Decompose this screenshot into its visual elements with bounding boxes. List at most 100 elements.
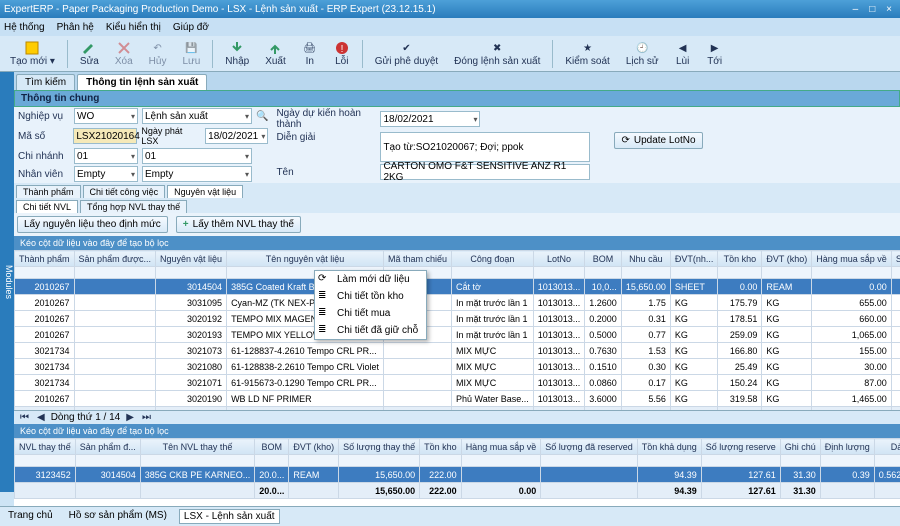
cell[interactable]: 3021073	[156, 343, 227, 359]
filter-cell[interactable]	[15, 455, 76, 467]
cell[interactable]: 0.00	[718, 279, 762, 295]
cell[interactable]: 1.75	[621, 295, 670, 311]
export-button[interactable]: Xuất	[259, 38, 292, 69]
cell[interactable]: MIX MỰC	[452, 359, 534, 375]
filter-cell[interactable]	[15, 267, 75, 279]
delete-button[interactable]: Xóa	[109, 38, 139, 69]
cell[interactable]: 94.39	[637, 467, 701, 483]
cell[interactable]: 114.02	[891, 375, 900, 391]
cell[interactable]: 2010267	[15, 279, 75, 295]
cell[interactable]: 2010267	[15, 391, 75, 407]
cell[interactable]: KG	[762, 343, 812, 359]
cell[interactable]: 0.5000	[585, 327, 622, 343]
cell[interactable]: 0.31	[621, 311, 670, 327]
cell[interactable]: 61-128838-2.2610 Tempo CRL Violet	[227, 359, 384, 375]
filter-cell[interactable]	[541, 455, 637, 467]
subtab-chitietnvl[interactable]: Chi tiết NVL	[16, 200, 78, 213]
col-header[interactable]: Số lượng đã reserved	[541, 439, 637, 455]
cell[interactable]: 0.17	[621, 375, 670, 391]
ctx-stock[interactable]: ≣Chi tiết tồn kho	[315, 288, 426, 305]
col-header[interactable]: Hàng mua sắp về	[812, 251, 892, 267]
cell[interactable]: 10,0...	[585, 279, 622, 295]
col-header[interactable]: Tên NVL thay thế	[140, 439, 255, 455]
filter-cell[interactable]	[156, 267, 227, 279]
table-row[interactable]: 3021734302107161-915673-0.1290 Tempo CRL…	[15, 375, 900, 391]
filter-cell[interactable]	[74, 267, 155, 279]
filter-cell[interactable]	[255, 455, 289, 467]
col-header[interactable]: Sản phẩm được...	[74, 251, 155, 267]
pg-prev[interactable]: ◀	[35, 412, 47, 423]
cell[interactable]	[541, 467, 637, 483]
cell[interactable]: 2010267	[15, 327, 75, 343]
cell[interactable]: 1013013...	[533, 311, 585, 327]
cell[interactable]: 1013013...	[533, 375, 585, 391]
check-button[interactable]: ★Kiểm soát	[559, 38, 615, 69]
cell[interactable]: 3031095	[156, 295, 227, 311]
col-header[interactable]: Công đoạn	[452, 251, 534, 267]
col-header[interactable]: Nhu cầu	[621, 251, 670, 267]
cell[interactable]: 0.39	[820, 467, 874, 483]
col-header[interactable]: ĐVT (kho)	[289, 439, 339, 455]
cell[interactable]: 3020192	[156, 311, 227, 327]
footer-ms[interactable]: Hồ sơ sản phẩm (MS)	[65, 509, 171, 524]
back-button[interactable]: ◀Lùi	[669, 38, 697, 69]
filter-cell[interactable]	[874, 455, 900, 467]
col-header[interactable]: LotNo	[533, 251, 585, 267]
tab-info[interactable]: Thông tin lệnh sản xuất	[77, 74, 207, 90]
cell[interactable]: 0.30	[621, 359, 670, 375]
cell[interactable]: Cắt tờ	[452, 279, 534, 295]
cell[interactable]: MIX MỰC	[452, 343, 534, 359]
cell[interactable]: KG	[670, 359, 718, 375]
cell[interactable]: 175.79	[718, 295, 762, 311]
cell[interactable]: 0.1510	[585, 359, 622, 375]
cell[interactable]: KG	[762, 375, 812, 391]
subtab-nvl[interactable]: Nguyên vật liệu	[167, 185, 243, 198]
cell[interactable]: 61-128837-4.2610 Tempo CRL PR...	[227, 343, 384, 359]
subtab-tonghop[interactable]: Tổng hợp NVL thay thế	[80, 200, 187, 213]
pg-next[interactable]: ▶	[124, 412, 136, 423]
cell[interactable]: KG	[670, 295, 718, 311]
filter-cell[interactable]	[289, 455, 339, 467]
filter-cell[interactable]	[820, 455, 874, 467]
cell[interactable]: 2010267	[15, 311, 75, 327]
grid-nvl[interactable]: Thành phẩmSản phẩm được...Nguyên vật liệ…	[14, 250, 900, 410]
cell[interactable]: 127.61	[701, 467, 780, 483]
filter-cell[interactable]	[461, 455, 541, 467]
col-header[interactable]: BOM	[585, 251, 622, 267]
col-header[interactable]: Dài	[874, 439, 900, 455]
cell[interactable]: 3021080	[156, 359, 227, 375]
filter-cell[interactable]	[452, 267, 534, 279]
table-row[interactable]: 20102673031095Cyan-MZ (TK NEX-P)In mặt t…	[15, 295, 900, 311]
cell[interactable]: 3021734	[15, 375, 75, 391]
cell[interactable]: 1013013...	[533, 359, 585, 375]
footer-home[interactable]: Trang chủ	[4, 509, 57, 524]
col-header[interactable]: Tồn kho	[718, 251, 762, 267]
import-button[interactable]: Nhập	[219, 38, 255, 69]
cell[interactable]	[384, 391, 452, 407]
close-icon[interactable]: ×	[882, 4, 896, 15]
filter-cell[interactable]	[140, 455, 255, 467]
cell[interactable]: 3.6000	[585, 391, 622, 407]
filter-cell[interactable]	[780, 455, 820, 467]
col-header[interactable]: Ghi chú	[780, 439, 820, 455]
cell[interactable]: 226.73	[891, 295, 900, 311]
cell[interactable]: 1013013...	[533, 391, 585, 407]
cell[interactable]: 3020190	[156, 391, 227, 407]
cell[interactable]	[74, 295, 155, 311]
cell[interactable]: 657.88	[891, 391, 900, 407]
update-lotno-button[interactable]: ⟳Update LotNo	[614, 132, 702, 149]
error-button[interactable]: !Lỗi	[328, 38, 356, 69]
fld-ten[interactable]: CARTON OMO F&T SENSITIVE ANZ R1 2KG	[380, 164, 590, 180]
fld-chinhanh[interactable]: 01	[74, 148, 138, 164]
cell[interactable]: 61-915673-0.1290 Tempo CRL PR...	[227, 375, 384, 391]
cell[interactable]: REAM	[289, 467, 339, 483]
cell[interactable]	[384, 359, 452, 375]
cell[interactable]: 222.00	[420, 467, 462, 483]
menu-help[interactable]: Giúp đỡ	[173, 22, 209, 33]
col-header[interactable]: Mã tham chiếu	[384, 251, 452, 267]
pg-first[interactable]: ⏮	[18, 412, 31, 423]
filter-cell[interactable]	[75, 455, 140, 467]
cell[interactable]	[384, 375, 452, 391]
fld-maso[interactable]: LSX21020164	[73, 128, 137, 144]
fwd-button[interactable]: ▶Tới	[701, 38, 729, 69]
